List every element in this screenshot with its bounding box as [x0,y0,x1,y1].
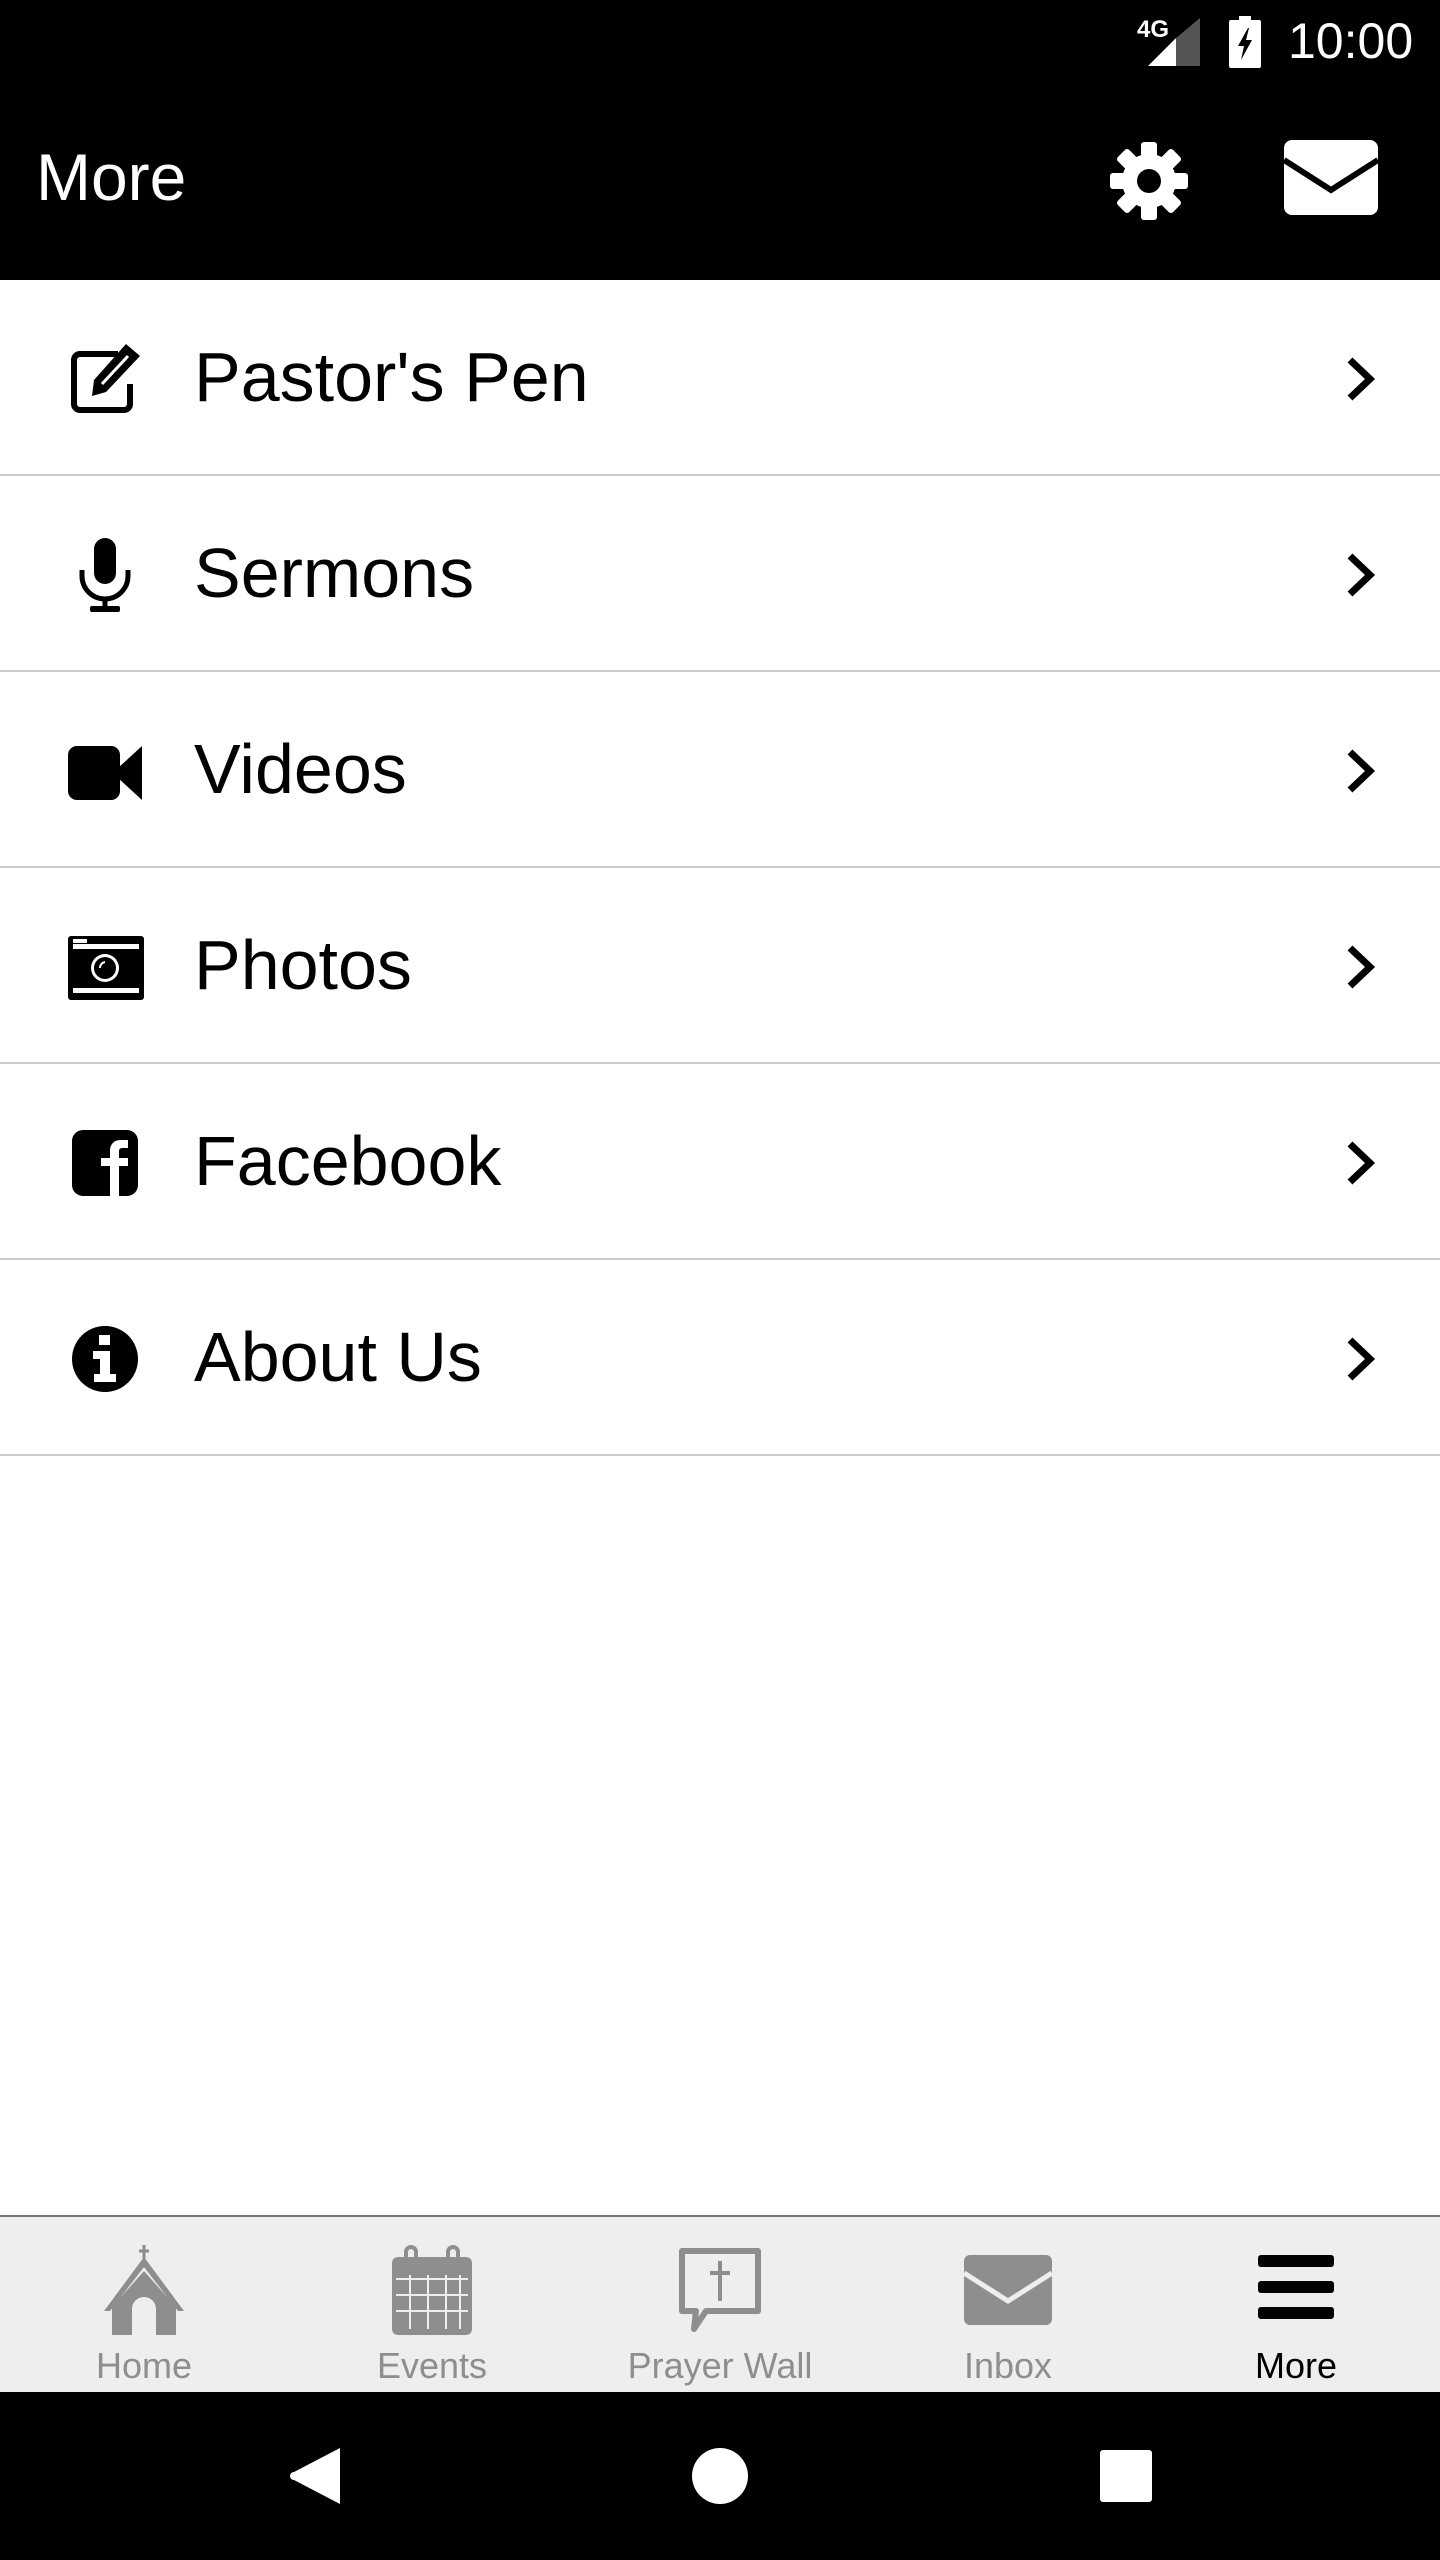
menu-icon [1258,2255,1334,2319]
facebook-icon [72,1130,138,1196]
mail-icon [964,2255,1052,2325]
battery-charging-icon [1229,16,1261,68]
menu-item-label: Sermons [194,534,475,612]
gear-icon[interactable] [1108,140,1190,222]
menu-item-label: Videos [194,730,407,808]
system-nav-bar [0,2392,1440,2560]
church-icon [104,2245,184,2335]
status-bar: 4G 10:00 [0,0,1440,80]
prayer-bubble-icon [679,2248,761,2332]
menu-item-label: Photos [194,926,412,1004]
chevron-right-icon [1347,1337,1376,1381]
chevron-right-icon [1347,749,1376,793]
tab-label: Home [95,2345,193,2386]
tab-label: Prayer Wall [627,2345,813,2386]
tab-more[interactable]: More [1152,2217,1440,2394]
menu-item-videos[interactable]: Videos [0,672,1440,868]
calendar-icon [392,2245,472,2335]
video-camera-icon [68,746,142,800]
menu-item-label: Pastor's Pen [194,338,589,416]
chevron-right-icon [1347,553,1376,597]
edit-icon [71,344,140,413]
tab-inbox[interactable]: Inbox [864,2217,1152,2394]
camera-icon [68,936,144,1000]
signal-icon [1148,18,1200,66]
chevron-right-icon [1347,945,1376,989]
clock: 10:00 [1288,13,1414,69]
menu-item-facebook[interactable]: Facebook [0,1064,1440,1260]
back-icon[interactable] [284,2444,348,2508]
chevron-right-icon [1347,1141,1376,1185]
tab-label: Inbox [963,2345,1053,2386]
more-menu-list: Pastor's Pen Sermons Videos Photos Faceb… [0,280,1440,1456]
menu-item-sermons[interactable]: Sermons [0,476,1440,672]
tab-home[interactable]: Home [0,2217,288,2394]
info-icon [72,1326,138,1392]
menu-item-label: About Us [194,1318,482,1396]
tab-events[interactable]: Events [288,2217,576,2394]
tab-prayer-wall[interactable]: Prayer Wall [576,2217,864,2394]
chevron-right-icon [1347,357,1376,401]
mail-icon[interactable] [1284,140,1378,215]
microphone-icon [79,538,131,612]
recents-icon[interactable] [1094,2444,1158,2508]
home-circle-icon[interactable] [688,2444,752,2508]
menu-item-pastors-pen[interactable]: Pastor's Pen [0,280,1440,476]
menu-item-photos[interactable]: Photos [0,868,1440,1064]
menu-item-label: Facebook [194,1122,502,1200]
app-bar: More [0,80,1440,280]
menu-item-about-us[interactable]: About Us [0,1260,1440,1456]
page-title: More [36,140,187,214]
tab-label: More [1254,2345,1338,2386]
tab-label: Events [376,2345,488,2386]
bottom-tab-bar: Home Events Prayer Wall Inbox More [0,2215,1440,2394]
